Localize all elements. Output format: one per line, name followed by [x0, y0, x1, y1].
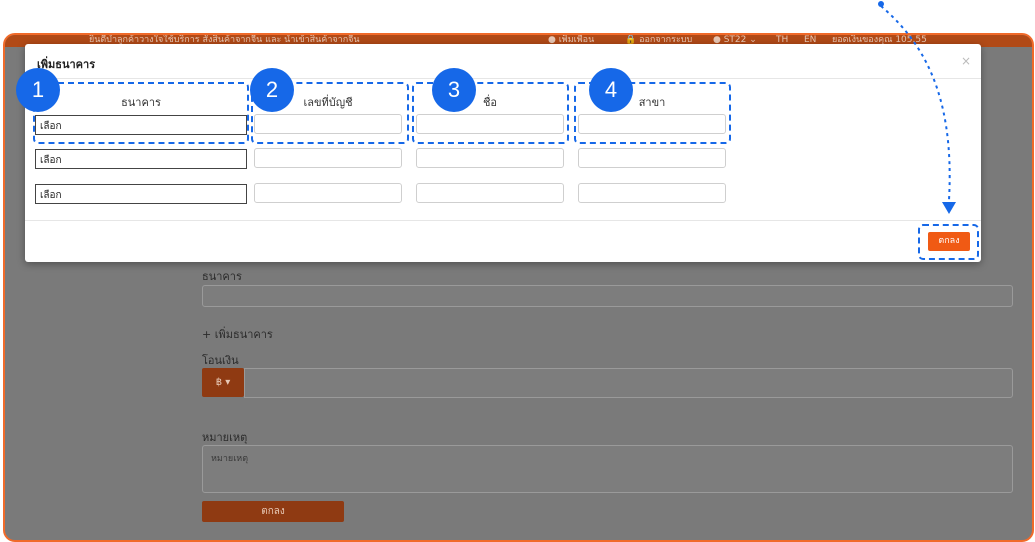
highlight-bank-column — [33, 82, 249, 144]
step-badge-2: 2 — [250, 68, 294, 112]
caret-down-icon: ▾ — [222, 377, 231, 388]
step-badge-3: 3 — [432, 68, 476, 112]
submit-button[interactable]: ตกลง — [202, 501, 344, 522]
add-bank-link[interactable]: + เพิ่มธนาคาร — [202, 325, 273, 343]
note-textarea[interactable]: หมายเหตุ — [202, 445, 1013, 493]
add-bank-modal: เพิ่มธนาคาร × ธนาคาร เลขที่บัญชี ชื่อ สา… — [25, 44, 981, 262]
branch-input[interactable] — [578, 183, 726, 203]
bank-select[interactable]: เลือก — [35, 149, 247, 169]
account-number-input[interactable] — [254, 183, 402, 203]
guide-arrow — [878, 1, 956, 214]
bank-field[interactable] — [202, 285, 1013, 307]
account-number-input[interactable] — [254, 148, 402, 168]
currency-dropdown[interactable]: ฿ ▾ — [202, 368, 244, 397]
account-name-input[interactable] — [416, 148, 564, 168]
note-placeholder: หมายเหตุ — [211, 454, 249, 464]
bank-select[interactable]: เลือก — [35, 184, 247, 204]
modal-footer — [25, 220, 981, 263]
note-label: หมายเหตุ — [202, 431, 248, 444]
step-badge-4: 4 — [589, 68, 633, 112]
bank-label: ธนาคาร — [202, 270, 242, 283]
modal-header: เพิ่มธนาคาร × — [25, 44, 981, 79]
step-badge-1: 1 — [16, 68, 60, 112]
branch-input[interactable] — [578, 148, 726, 168]
transfer-label: โอนเงิน — [202, 354, 239, 367]
transfer-amount-input[interactable] — [244, 368, 1013, 398]
dashed-arrow-path — [880, 5, 951, 201]
arrow-head-icon — [942, 202, 956, 214]
highlight-ok-button — [918, 224, 979, 260]
account-name-input[interactable] — [416, 183, 564, 203]
